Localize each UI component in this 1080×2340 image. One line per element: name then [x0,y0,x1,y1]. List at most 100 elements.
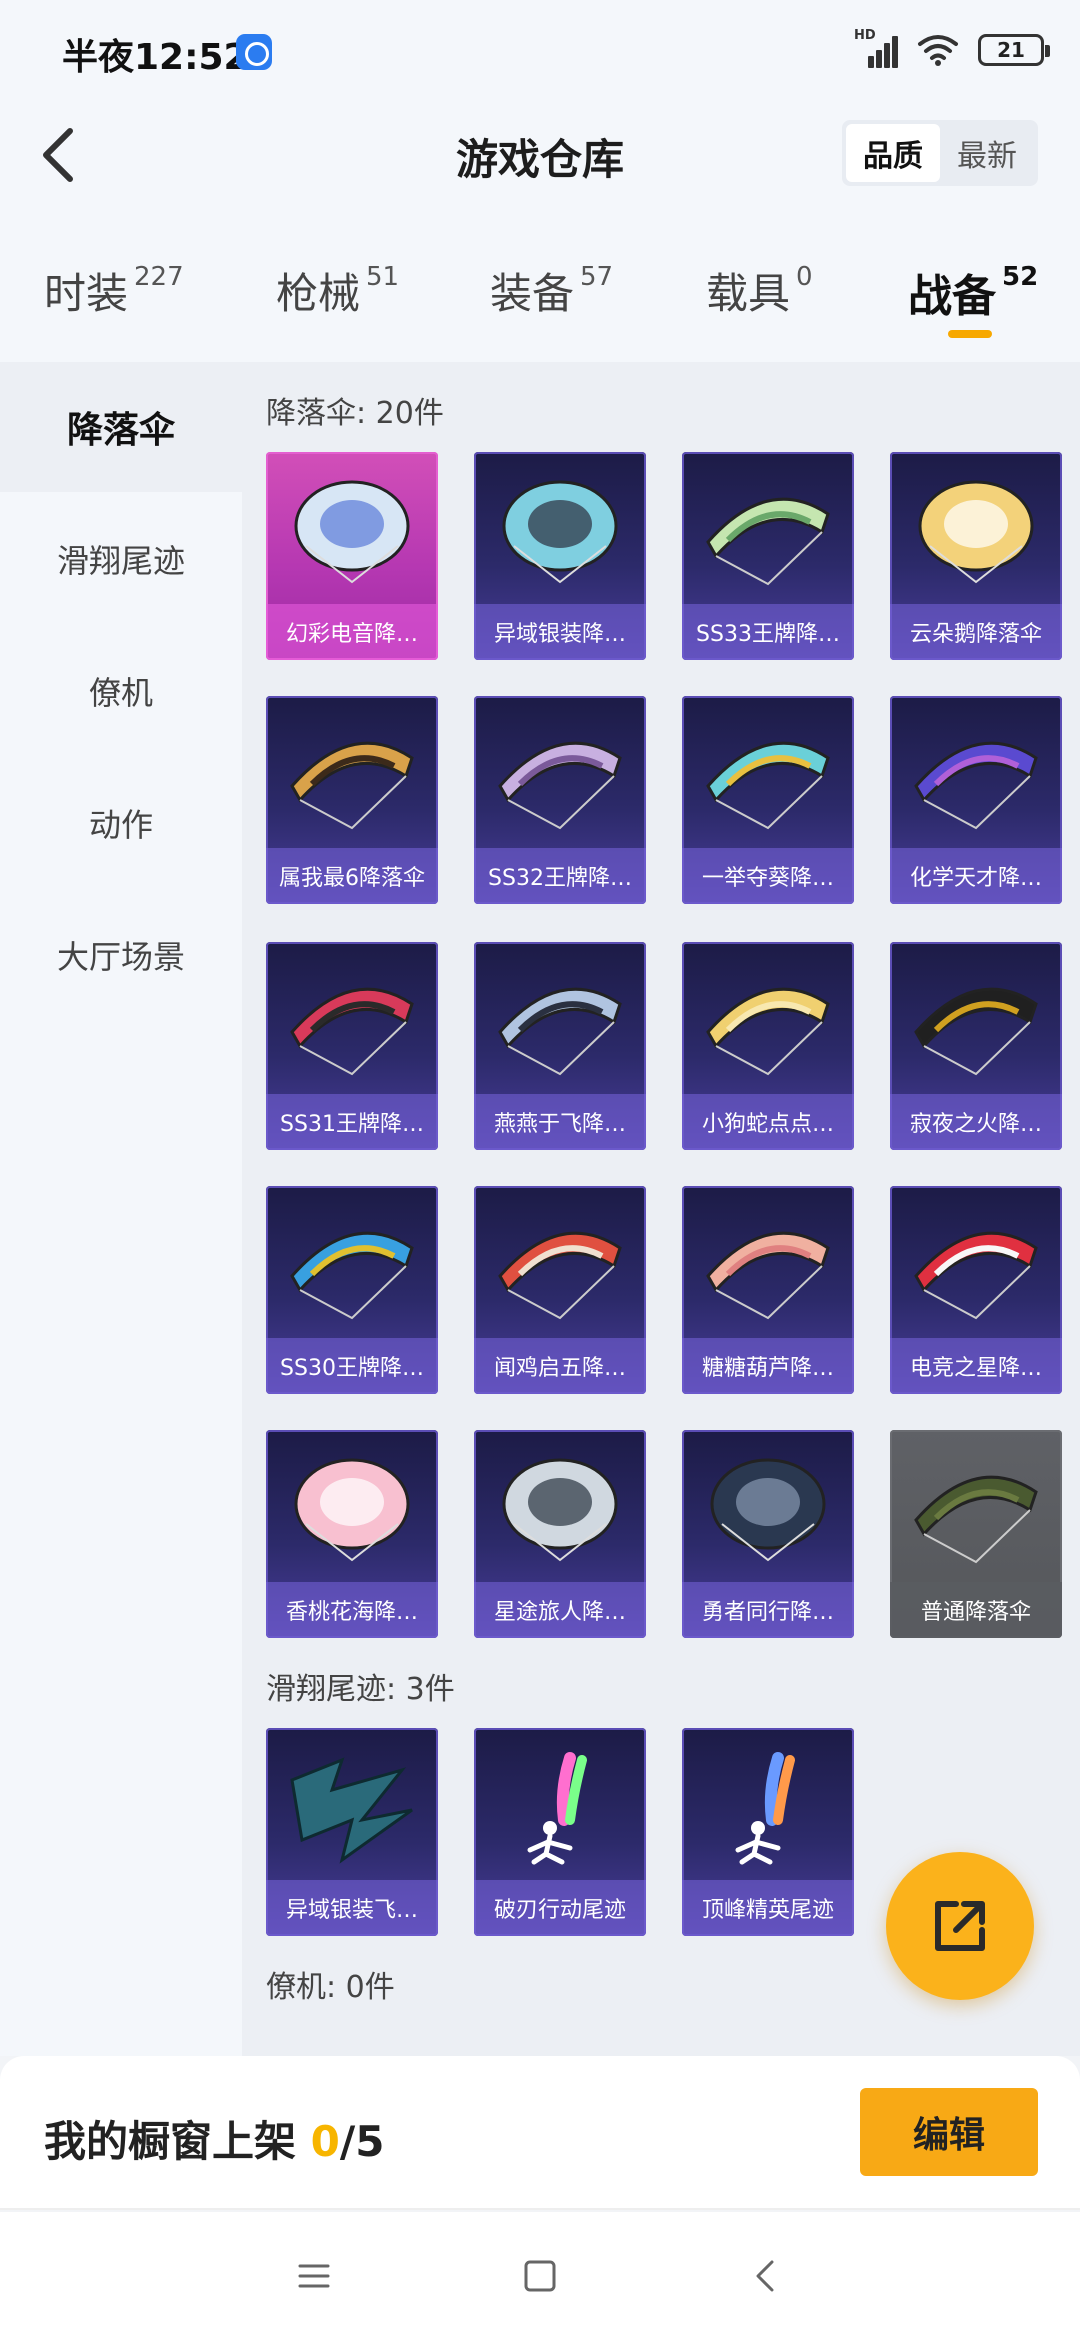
item-name: 糖糖葫芦降… [682,1338,854,1394]
item-name: 寂夜之火降… [890,1094,1062,1150]
share-fab-button[interactable] [886,1852,1034,2000]
parachute-image [294,1458,410,1562]
tab-count: 57 [580,262,614,292]
item-name: 星途旅人降… [474,1582,646,1638]
showcase-label: 我的橱窗上架 [44,2117,311,2166]
category-tabs: 时装 227 枪械 51 装备 57 载具 0 战备 52 [0,210,1080,362]
status-icons: HD 21 [854,28,1050,70]
showcase-bar: 我的橱窗上架 0/5 编辑 [0,2056,1080,2210]
parachute-item-card[interactable]: 燕燕于飞降… [474,942,646,1150]
active-tab-indicator [948,330,992,338]
parachute-image [710,1458,826,1562]
sidebar-item-wingman[interactable]: 僚机 [0,626,242,756]
parachute-image [706,741,830,830]
section-title-glide-trail: 滑翔尾迹: 3件 [266,1672,455,1707]
parachute-item-card[interactable]: 小狗蛇点点… [682,942,854,1150]
item-name: 勇者同行降… [682,1582,854,1638]
parachute-image [498,741,622,830]
tab-vehicles[interactable]: 载具 0 [706,260,813,321]
parachute-item-card[interactable]: 勇者同行降… [682,1430,854,1638]
parachute-item-card[interactable]: 星途旅人降… [474,1430,646,1638]
home-icon[interactable] [512,2248,568,2304]
cellular-signal-icon: HD [854,28,898,68]
parachute-image [290,987,414,1076]
parachute-item-card[interactable]: SS32王牌降… [474,696,646,904]
parachute-item-card[interactable]: SS31王牌降… [266,942,438,1150]
parachute-image [914,741,1038,830]
status-bar: 半夜12:52 HD 21 [0,0,1080,100]
parachute-item-card[interactable]: 寂夜之火降… [890,942,1062,1150]
parachute-item-card[interactable]: 闻鸡启五降… [474,1186,646,1394]
sort-quality-option[interactable]: 品质 [846,124,940,182]
tab-count: 51 [366,262,400,292]
item-name: SS30王牌降… [266,1338,438,1394]
item-name: 小狗蛇点点… [682,1094,854,1150]
tab-label: 时装 [44,269,129,318]
parachute-item-card[interactable]: 一举夺葵降… [682,696,854,904]
parachute-item-card[interactable]: 属我最6降落伞 [266,696,438,904]
tab-weapons[interactable]: 枪械 51 [276,260,399,321]
tab-fashion[interactable]: 时装 227 [44,260,184,321]
parachute-item-card[interactable]: 化学天才降… [890,696,1062,904]
trail-image [290,1757,413,1864]
sidebar: 降落伞 滑翔尾迹 僚机 动作 大厅场景 [0,362,242,2056]
parachute-item-card[interactable]: 糖糖葫芦降… [682,1186,854,1394]
glide-trail-item-card[interactable]: 顶峰精英尾迹 [682,1728,854,1936]
item-name: 化学天才降… [890,848,1062,904]
section-title-parachute: 降落伞: 20件 [266,396,444,431]
item-name: 属我最6降落伞 [266,848,438,904]
parachute-item-card[interactable]: 普通降落伞 [890,1430,1062,1638]
external-link-icon [935,1901,985,1951]
item-name: 异域银装降… [474,604,646,660]
glide-trail-item-card[interactable]: 异域银装飞… [266,1728,438,1936]
parachute-image [498,1231,622,1320]
parachute-image [290,741,414,830]
parachute-item-card[interactable]: 幻彩电音降… [266,452,438,660]
showcase-current-count: 0 [310,2117,340,2166]
parachute-image [502,1458,618,1562]
parachute-item-card[interactable]: 电竞之星降… [890,1186,1062,1394]
parachute-image [498,987,622,1076]
parachute-image [914,987,1038,1076]
parachute-item-card[interactable]: SS30王牌降… [266,1186,438,1394]
parachute-item-card[interactable]: 香桃花海降… [266,1430,438,1638]
item-name: 一举夺葵降… [682,848,854,904]
edit-button[interactable]: 编辑 [860,2088,1038,2176]
item-name: 幻彩电音降… [266,604,438,660]
parachute-image [914,1231,1038,1320]
parachute-item-card[interactable]: SS33王牌降… [682,452,854,660]
tab-count: 52 [1002,262,1039,292]
tab-battle-gear[interactable]: 战备 52 [908,260,1038,324]
item-name: 破刃行动尾迹 [474,1880,646,1936]
menu-icon[interactable] [286,2248,342,2304]
sidebar-item-glide-trail[interactable]: 滑翔尾迹 [0,494,242,624]
tab-label: 载具 [706,269,791,318]
parachute-item-card[interactable]: 云朵鹅降落伞 [890,452,1062,660]
sidebar-item-emote[interactable]: 动作 [0,758,242,888]
back-icon[interactable] [738,2248,794,2304]
item-content: 降落伞: 20件 幻彩电音降… 异域银装降… SS33王牌降… 云朵鹅降落伞 属… [242,362,1080,2056]
tab-count: 0 [796,262,813,292]
sidebar-item-parachute[interactable]: 降落伞 [0,362,242,492]
parachute-image [706,1231,830,1320]
glide-trail-item-card[interactable]: 破刃行动尾迹 [474,1728,646,1936]
sort-newest-option[interactable]: 最新 [940,124,1034,182]
parachute-image [914,1475,1038,1564]
section-title-wingman: 僚机: 0件 [266,1970,395,2005]
notification-app-icon [236,34,272,70]
trail-image [527,1752,587,1865]
parachute-image [290,1231,414,1320]
sort-toggle[interactable]: 品质 最新 [842,120,1038,186]
tab-equipment[interactable]: 装备 57 [490,260,613,321]
status-time: 半夜12:52 [62,37,249,78]
sidebar-item-lobby-scene[interactable]: 大厅场景 [0,890,242,1020]
item-name: SS32王牌降… [474,848,646,904]
item-name: 电竞之星降… [890,1338,1062,1394]
trail-image [735,1752,795,1865]
parachute-item-card[interactable]: 异域银装降… [474,452,646,660]
tab-label: 战备 [908,271,996,322]
item-name: 燕燕于飞降… [474,1094,646,1150]
item-name: 香桃花海降… [266,1582,438,1638]
item-name: 普通降落伞 [890,1582,1062,1638]
item-name: 闻鸡启五降… [474,1338,646,1394]
